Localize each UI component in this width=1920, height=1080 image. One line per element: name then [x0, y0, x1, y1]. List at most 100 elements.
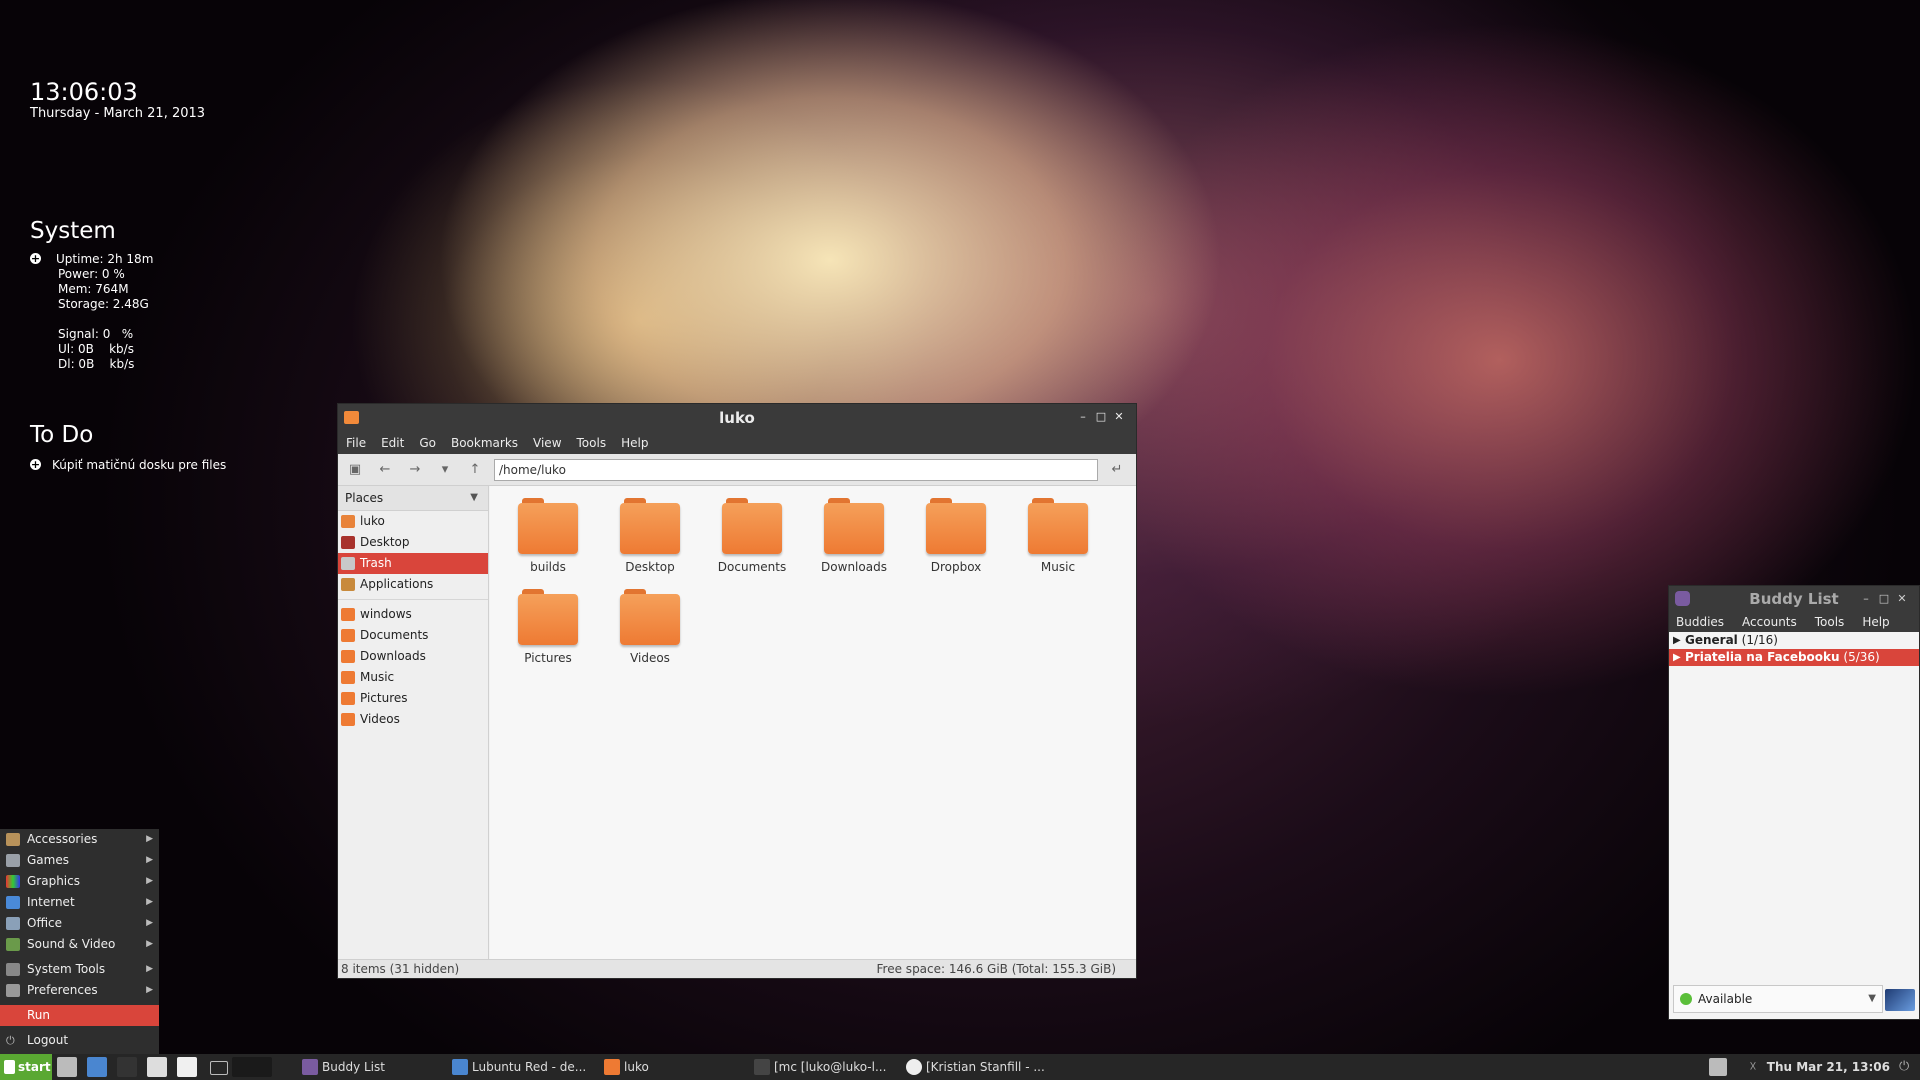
- workspace-2-icon[interactable]: [232, 1057, 272, 1077]
- menu-item-preferences[interactable]: Preferences ▶: [0, 980, 159, 1001]
- sidebar-item-luko[interactable]: luko: [338, 511, 488, 532]
- menu-go[interactable]: Go: [419, 436, 436, 450]
- system-tools-icon: [6, 963, 20, 976]
- sidebar-item-music[interactable]: Music: [338, 667, 488, 688]
- terminal-icon: [754, 1059, 770, 1075]
- maximize-icon[interactable]: □: [1875, 592, 1893, 605]
- folder-view[interactable]: builds Desktop Documents Downloads Dropb…: [490, 486, 1136, 960]
- up-icon[interactable]: ↑: [464, 459, 486, 481]
- sidebar-item-pictures[interactable]: Pictures: [338, 688, 488, 709]
- forward-icon[interactable]: →: [404, 459, 426, 481]
- folder-item-videos[interactable]: Videos: [600, 589, 700, 665]
- sidebar-item-trash[interactable]: Trash: [338, 553, 488, 574]
- buddy-list-titlebar[interactable]: Buddy List – □ ✕: [1669, 586, 1919, 612]
- menu-item-internet[interactable]: Internet ▶: [0, 892, 159, 913]
- taskbar: start Buddy List Lubuntu Red - de... luk…: [0, 1054, 1920, 1080]
- menu-bookmarks[interactable]: Bookmarks: [451, 436, 518, 450]
- menu-file[interactable]: File: [346, 436, 366, 450]
- menu-item-logout[interactable]: ⏻ Logout: [0, 1030, 159, 1051]
- start-button[interactable]: start: [0, 1054, 52, 1080]
- task-buddy-list[interactable]: Buddy List: [300, 1054, 462, 1080]
- close-icon[interactable]: ✕: [1110, 410, 1128, 423]
- network-icon[interactable]: ☓: [1744, 1058, 1762, 1076]
- back-icon[interactable]: ←: [374, 459, 396, 481]
- minimize-icon[interactable]: –: [1074, 410, 1092, 423]
- preferences-icon: [6, 984, 20, 997]
- folder-item-dropbox[interactable]: Dropbox: [906, 498, 1006, 574]
- path-input[interactable]: /home/luko: [494, 458, 1098, 481]
- status-free-space: Free space: 146.6 GiB (Total: 155.3 GiB): [876, 962, 1116, 976]
- expand-icon[interactable]: ▶: [1673, 632, 1681, 649]
- new-tab-icon[interactable]: ▣: [344, 459, 366, 481]
- menu-tools[interactable]: Tools: [1815, 615, 1845, 629]
- games-icon: [6, 854, 20, 867]
- buddy-list-menubar: Buddies Accounts Tools Help: [1669, 612, 1919, 632]
- folder-icon: [341, 650, 355, 663]
- folder-icon: [620, 589, 680, 645]
- menu-help[interactable]: Help: [1862, 615, 1889, 629]
- plus-icon[interactable]: +: [30, 459, 41, 470]
- folder-item-desktop[interactable]: Desktop: [600, 498, 700, 574]
- group-general[interactable]: ▶ General (1/16): [1669, 632, 1919, 649]
- stat-storage: Storage: 2.48G: [58, 297, 149, 311]
- menu-item-sound-video[interactable]: Sound & Video ▶: [0, 934, 159, 955]
- history-dropdown-icon[interactable]: ▾: [434, 459, 456, 481]
- plus-icon[interactable]: +: [30, 253, 41, 264]
- expand-icon[interactable]: ▶: [1673, 649, 1681, 666]
- status-selector[interactable]: Available ▼: [1673, 985, 1883, 1013]
- chevron-down-icon[interactable]: ▼: [470, 486, 478, 510]
- avatar[interactable]: [1885, 989, 1915, 1011]
- places-sidebar: Places ▼ luko Desktop Trash Applications: [338, 486, 489, 960]
- sidebar-item-windows[interactable]: windows: [338, 604, 488, 625]
- volume-icon[interactable]: [1709, 1058, 1727, 1076]
- toolbar: ▣ ← → ▾ ↑ /home/luko ↵: [338, 454, 1136, 486]
- maximize-icon[interactable]: □: [1092, 410, 1110, 423]
- menu-buddies[interactable]: Buddies: [1676, 615, 1724, 629]
- group-facebook[interactable]: ▶ Priatelia na Facebooku (5/36): [1669, 649, 1919, 666]
- menu-item-graphics[interactable]: Graphics ▶: [0, 871, 159, 892]
- terminal-launcher-icon[interactable]: [117, 1057, 137, 1077]
- menu-item-accessories[interactable]: Accessories ▶: [0, 829, 159, 850]
- folder-item-builds[interactable]: builds: [498, 498, 598, 574]
- task-file-manager[interactable]: luko: [602, 1054, 764, 1080]
- minimize-icon[interactable]: –: [1857, 592, 1875, 605]
- folder-item-pictures[interactable]: Pictures: [498, 589, 598, 665]
- menu-tools[interactable]: Tools: [577, 436, 607, 450]
- sidebar-item-documents[interactable]: Documents: [338, 625, 488, 646]
- file-manager-window: luko – □ ✕ File Edit Go Bookmarks View Too…: [337, 403, 1137, 979]
- sidebar-item-videos[interactable]: Videos: [338, 709, 488, 730]
- music-player-icon: [906, 1059, 922, 1075]
- menu-view[interactable]: View: [533, 436, 561, 450]
- power-icon[interactable]: ⏻: [1899, 1058, 1917, 1076]
- folder-item-documents[interactable]: Documents: [702, 498, 802, 574]
- file-manager-launcher-icon[interactable]: [57, 1057, 77, 1077]
- stat-power: Power: 0 %: [58, 267, 125, 281]
- menu-help[interactable]: Help: [621, 436, 648, 450]
- menu-item-system-tools[interactable]: System Tools ▶: [0, 959, 159, 980]
- sidebar-item-desktop[interactable]: Desktop: [338, 532, 488, 553]
- search-icon[interactable]: [147, 1057, 167, 1077]
- task-browser[interactable]: Lubuntu Red - de...: [450, 1054, 617, 1080]
- file-manager-titlebar[interactable]: luko – □ ✕: [338, 404, 1136, 432]
- task-terminal[interactable]: [mc [luko@luko-l...: [752, 1054, 922, 1080]
- places-header[interactable]: Places ▼: [338, 486, 488, 511]
- go-icon[interactable]: ↵: [1106, 459, 1128, 481]
- folder-item-music[interactable]: Music: [1008, 498, 1108, 574]
- internet-icon: [6, 896, 20, 909]
- folder-item-downloads[interactable]: Downloads: [804, 498, 904, 574]
- workspace-1-icon[interactable]: [210, 1061, 228, 1075]
- chevron-down-icon[interactable]: ▼: [1868, 986, 1876, 1012]
- menu-edit[interactable]: Edit: [381, 436, 404, 450]
- sidebar-item-applications[interactable]: Applications: [338, 574, 488, 595]
- menu-item-run[interactable]: Run: [0, 1005, 159, 1026]
- menu-item-games[interactable]: Games ▶: [0, 850, 159, 871]
- sidebar-item-downloads[interactable]: Downloads: [338, 646, 488, 667]
- todo-item: + Kúpiť matičnú dosku pre files: [30, 458, 226, 472]
- task-music-player[interactable]: [Kristian Stanfill - ...: [904, 1054, 1076, 1080]
- close-icon[interactable]: ✕: [1893, 592, 1911, 605]
- browser-launcher-icon[interactable]: [87, 1057, 107, 1077]
- text-editor-launcher-icon[interactable]: [177, 1057, 197, 1077]
- menu-item-office[interactable]: Office ▶: [0, 913, 159, 934]
- taskbar-clock[interactable]: Thu Mar 21, 13:06: [1767, 1054, 1890, 1080]
- menu-accounts[interactable]: Accounts: [1742, 615, 1797, 629]
